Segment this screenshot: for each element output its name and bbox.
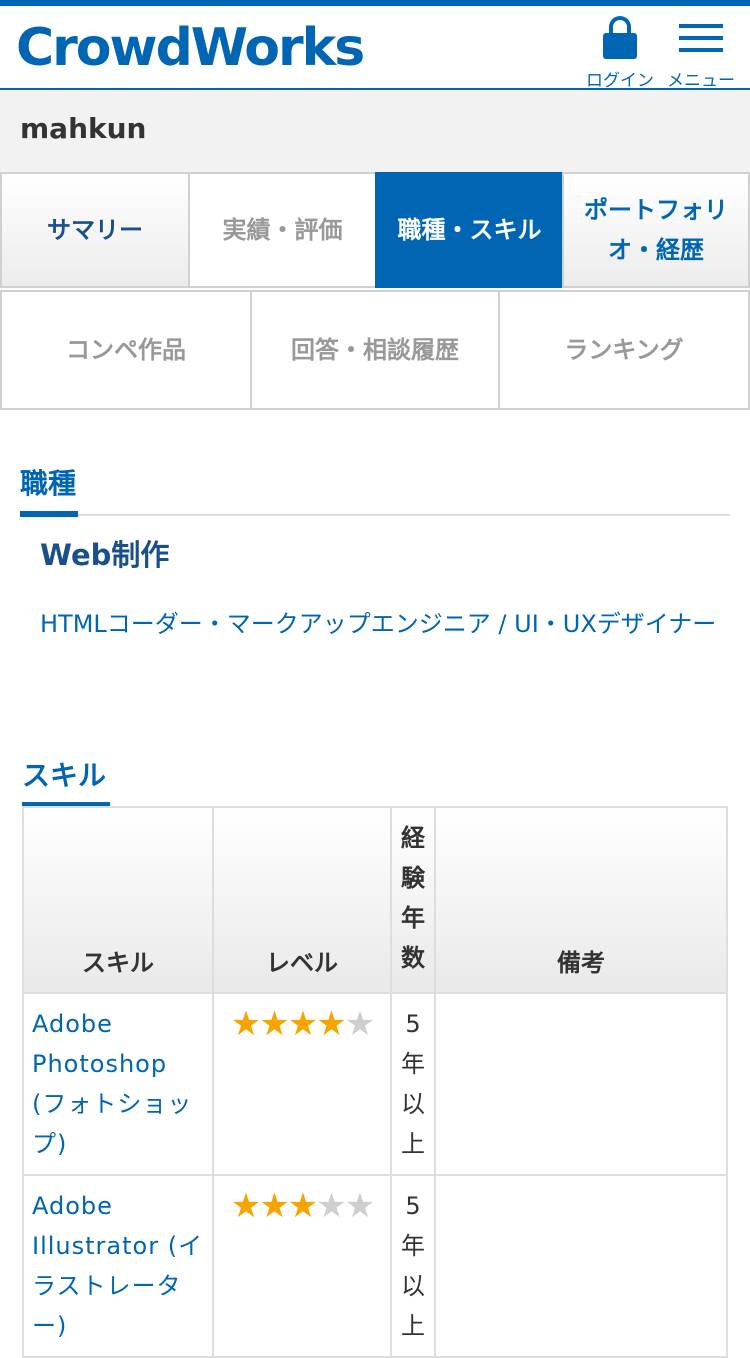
tab-skills[interactable]: 職種・スキル <box>375 172 564 288</box>
occupation-underline <box>20 511 78 517</box>
skill-years: 5年以上 <box>390 1174 436 1358</box>
login-button[interactable]: ログイン <box>585 16 655 91</box>
tab-portfolio[interactable]: ポートフォリオ・経歴 <box>562 172 750 288</box>
col-level: レベル <box>212 806 392 994</box>
skill-level: ★★★★★ <box>212 1174 392 1358</box>
star-filled-icon: ★ <box>287 1186 319 1226</box>
star-filled-icon: ★ <box>230 1186 262 1226</box>
col-years: 経験年数 <box>390 806 436 994</box>
profile-tabs-row2: コンペ作品 回答・相談履歴 ランキング <box>0 290 750 410</box>
star-filled-icon: ★ <box>259 1004 290 1044</box>
tab-ranking[interactable]: ランキング <box>498 290 750 410</box>
skill-notes <box>434 992 728 1176</box>
star-filled-icon: ★ <box>316 1004 347 1044</box>
skills-heading: スキル <box>22 759 107 792</box>
occupation-category: Web制作 <box>40 538 170 572</box>
table-row: Adobe Illustrator (イラストレーター) ★★★★★ 5年以上 <box>22 1174 728 1358</box>
star-empty-icon: ★ <box>316 1186 347 1226</box>
col-skill: スキル <box>22 806 214 994</box>
lock-icon <box>600 16 640 62</box>
menu-button[interactable]: メニュー <box>666 16 736 91</box>
tab-contest[interactable]: コンペ作品 <box>0 290 252 410</box>
skill-notes <box>434 1174 728 1358</box>
site-header: CrowdWorks ログイン メニュー <box>0 6 750 91</box>
star-filled-icon: ★ <box>259 1186 290 1226</box>
star-empty-icon: ★ <box>344 1004 376 1044</box>
skill-name[interactable]: Adobe Photoshop (フォトショップ) <box>22 992 214 1176</box>
skills-header-row: スキル レベル 経験年数 備考 <box>22 806 728 994</box>
table-row: Adobe Photoshop (フォトショップ) ★★★★★ 5年以上 <box>22 992 728 1176</box>
user-bar: mahkun <box>0 90 750 172</box>
occupation-divider <box>20 514 730 516</box>
skill-name[interactable]: Adobe Illustrator (イラストレーター) <box>22 1174 214 1358</box>
skills-table: スキル レベル 経験年数 備考 Adobe Photoshop (フォトショップ… <box>22 806 728 1358</box>
username: mahkun <box>20 112 147 145</box>
star-filled-icon: ★ <box>287 1004 319 1044</box>
login-label: ログイン <box>586 71 654 91</box>
col-notes: 備考 <box>434 806 728 994</box>
occupation-heading: 職種 <box>20 467 77 500</box>
skill-years: 5年以上 <box>390 992 436 1176</box>
crowdworks-logo[interactable]: CrowdWorks <box>16 20 365 76</box>
tab-summary[interactable]: サマリー <box>0 172 190 288</box>
tab-achievements[interactable]: 実績・評価 <box>188 172 377 288</box>
occupation-jobs: HTMLコーダー・マークアップエンジニア / UI・UXデザイナー <box>40 610 717 638</box>
menu-label: メニュー <box>667 71 735 91</box>
hamburger-icon <box>678 16 724 62</box>
tab-answers[interactable]: 回答・相談履歴 <box>250 290 500 410</box>
star-empty-icon: ★ <box>344 1186 376 1226</box>
profile-tabs-row1: サマリー 実績・評価 職種・スキル ポートフォリオ・経歴 <box>0 172 750 292</box>
skill-level: ★★★★★ <box>212 992 392 1176</box>
star-filled-icon: ★ <box>230 1004 262 1044</box>
